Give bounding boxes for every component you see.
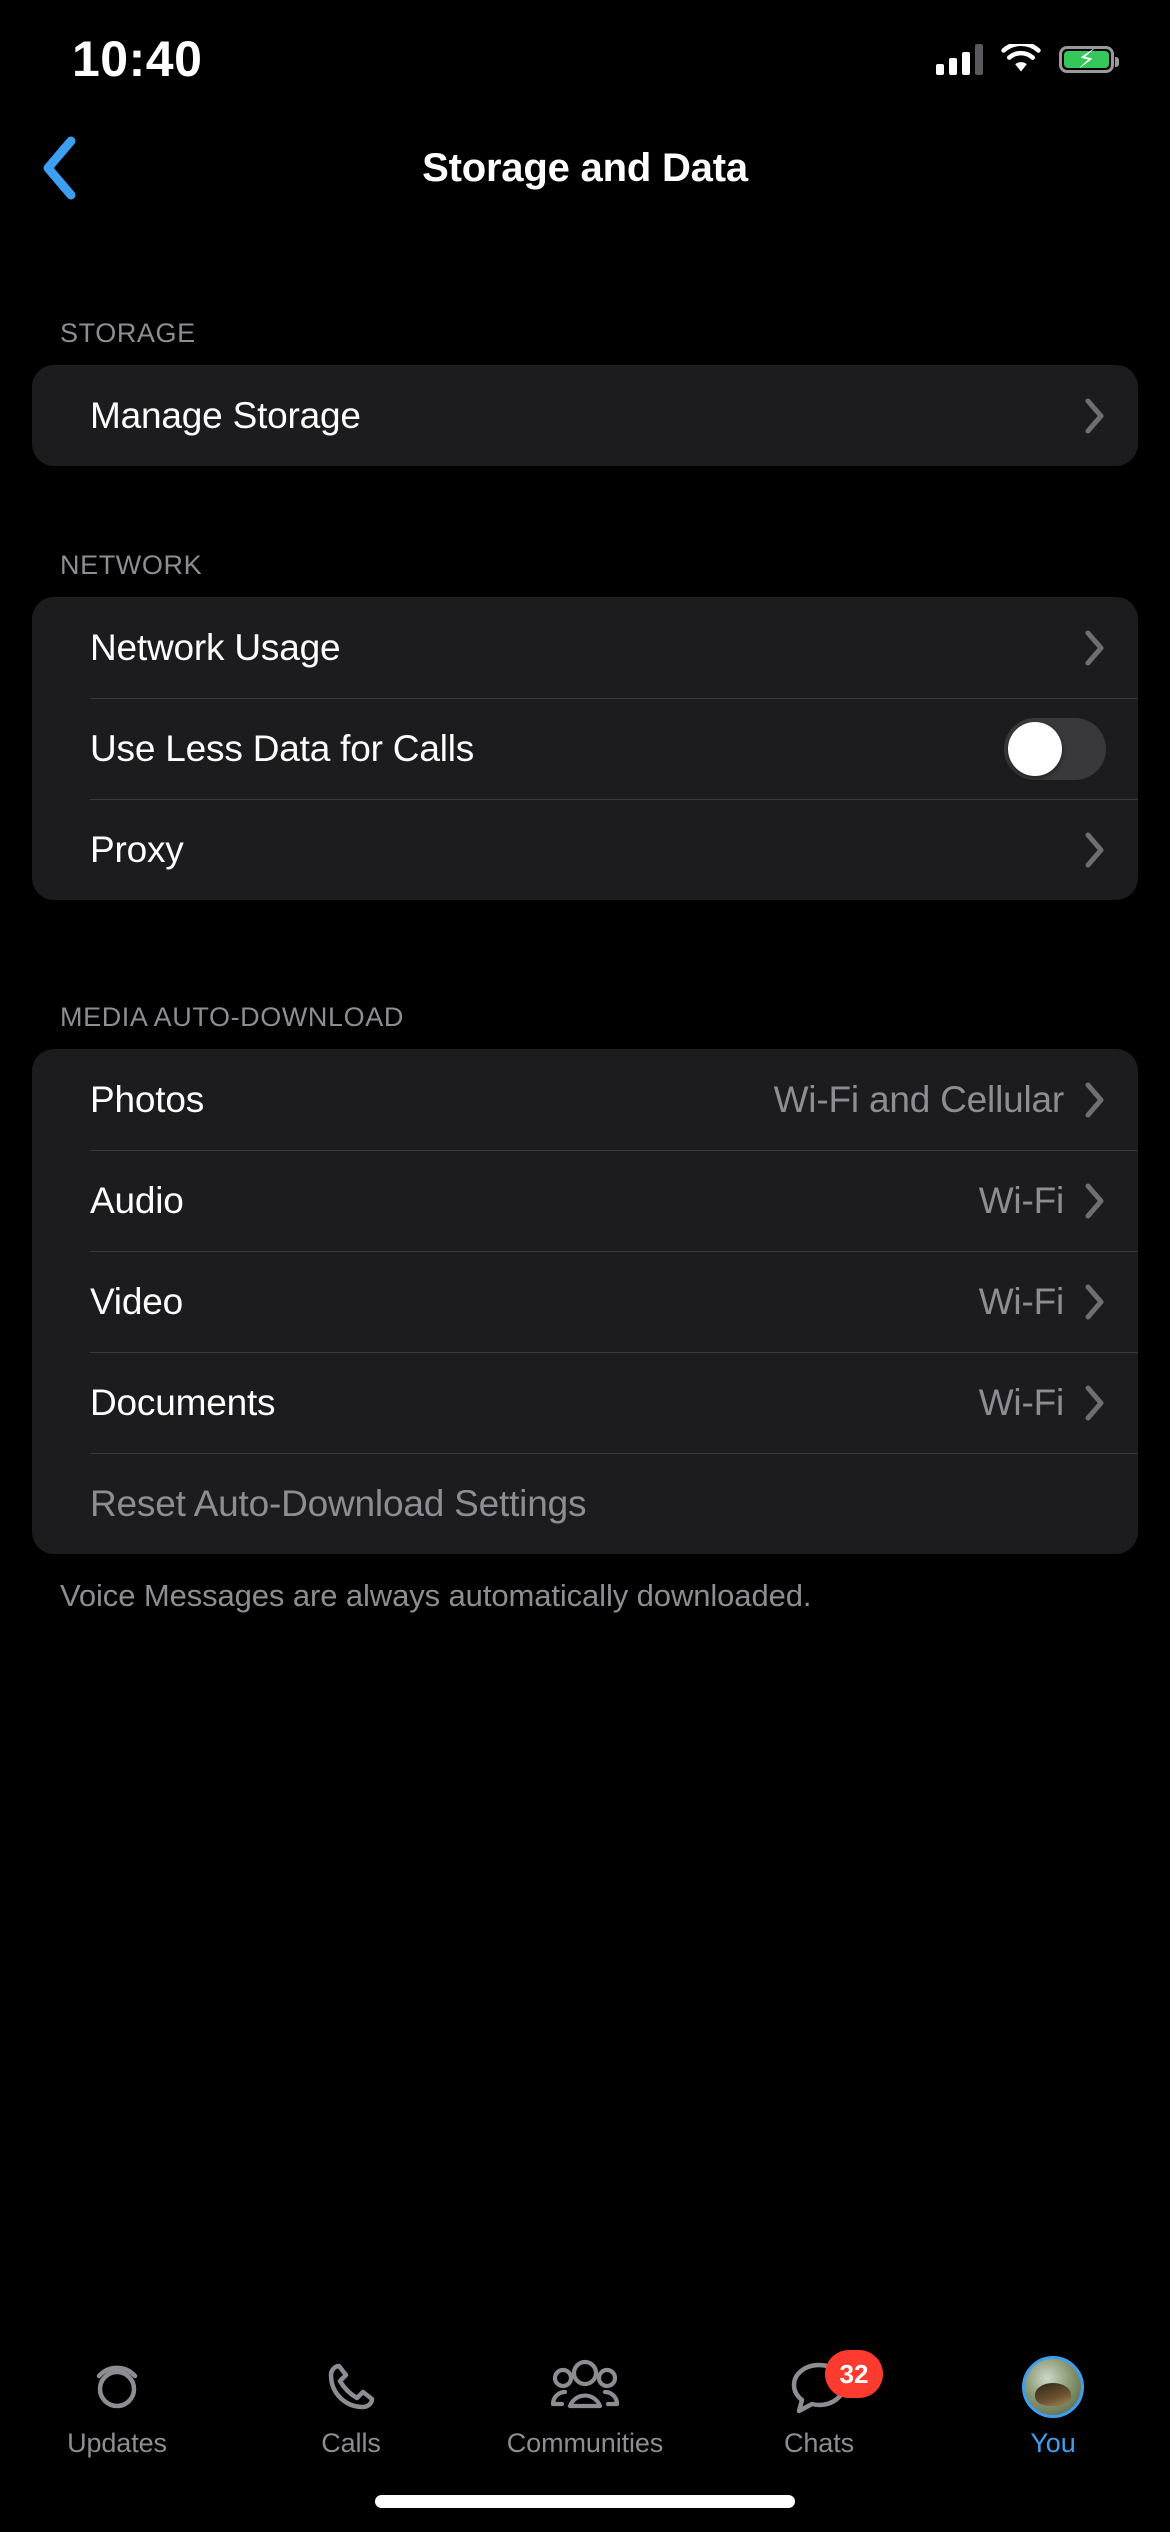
tab-bar: Updates Calls Communities 32 Chats You — [0, 2332, 1170, 2532]
chevron-right-icon — [1084, 831, 1106, 869]
back-button[interactable] — [20, 128, 100, 208]
row-video[interactable]: Video Wi-Fi — [32, 1251, 1138, 1352]
status-bar-time: 10:40 — [72, 31, 203, 87]
chevron-right-icon — [1084, 1081, 1106, 1119]
tab-calls[interactable]: Calls — [234, 2354, 468, 2459]
storage-card: Manage Storage — [32, 365, 1138, 466]
chevron-right-icon — [1084, 1283, 1106, 1321]
media-auto-download-card: Photos Wi-Fi and Cellular Audio Wi-Fi Vi… — [32, 1049, 1138, 1554]
nav-bar: Storage and Data — [0, 118, 1170, 218]
row-label: Video — [90, 1280, 183, 1322]
status-bar: 10:40 ⚡ — [0, 0, 1170, 118]
row-label: Reset Auto-Download Settings — [90, 1482, 587, 1524]
tab-label: You — [1030, 2428, 1076, 2458]
chat-bubble-icon: 32 — [788, 2350, 883, 2420]
row-label: Audio — [90, 1179, 184, 1221]
row-label: Manage Storage — [90, 394, 361, 436]
tab-label: Updates — [67, 2428, 167, 2458]
chevron-right-icon — [1084, 397, 1106, 435]
row-network-usage[interactable]: Network Usage — [32, 597, 1138, 698]
row-use-less-data-for-calls[interactable]: Use Less Data for Calls — [32, 698, 1138, 799]
cellular-signal-icon — [936, 43, 983, 75]
row-proxy[interactable]: Proxy — [32, 799, 1138, 900]
row-label: Proxy — [90, 828, 184, 870]
section-media-auto-download: MEDIA AUTO-DOWNLOAD Photos Wi-Fi and Cel… — [0, 1002, 1170, 1617]
use-less-data-toggle[interactable] — [1004, 717, 1106, 780]
row-value: Wi-Fi and Cellular — [773, 1078, 1065, 1120]
network-card: Network Usage Use Less Data for Calls Pr… — [32, 597, 1138, 900]
row-reset-auto-download-settings[interactable]: Reset Auto-Download Settings — [32, 1453, 1138, 1554]
wifi-icon — [1001, 41, 1041, 74]
row-audio[interactable]: Audio Wi-Fi — [32, 1150, 1138, 1251]
section-header-storage: STORAGE — [60, 318, 196, 348]
home-indicator[interactable] — [375, 2495, 795, 2508]
communities-people-icon — [549, 2354, 621, 2420]
row-label: Use Less Data for Calls — [90, 727, 475, 769]
chevron-left-icon — [43, 136, 76, 200]
chats-unread-badge: 32 — [825, 2350, 883, 2398]
row-label: Documents — [90, 1381, 276, 1423]
avatar — [1022, 2356, 1084, 2418]
row-label: Network Usage — [90, 626, 341, 668]
media-auto-download-footnote: Voice Messages are always automatically … — [60, 1578, 812, 1613]
tab-chats[interactable]: 32 Chats — [702, 2350, 936, 2459]
chevron-right-icon — [1084, 1384, 1106, 1422]
page-title: Storage and Data — [422, 145, 748, 190]
tab-label: Chats — [783, 2428, 855, 2458]
row-value: Wi-Fi — [978, 1280, 1064, 1322]
tab-label: Communities — [506, 2428, 664, 2458]
phone-icon — [322, 2354, 380, 2420]
tab-communities[interactable]: Communities — [468, 2354, 702, 2459]
row-documents[interactable]: Documents Wi-Fi — [32, 1352, 1138, 1453]
row-manage-storage[interactable]: Manage Storage — [32, 365, 1138, 466]
section-network: NETWORK Network Usage Use Less Data for … — [0, 550, 1170, 900]
section-header-network: NETWORK — [60, 550, 203, 580]
chevron-right-icon — [1084, 1182, 1106, 1220]
battery-charging-icon: ⚡ — [1059, 45, 1119, 73]
row-value: Wi-Fi — [978, 1381, 1064, 1423]
section-header-media-auto-download: MEDIA AUTO-DOWNLOAD — [60, 1002, 404, 1032]
tab-you[interactable]: You — [936, 2354, 1170, 2459]
updates-status-icon — [86, 2354, 148, 2420]
chevron-right-icon — [1084, 629, 1106, 667]
settings-content: STORAGE Manage Storage NETWORK Network U… — [0, 218, 1170, 1617]
section-storage: STORAGE Manage Storage — [0, 318, 1170, 466]
row-label: Photos — [90, 1078, 204, 1120]
tab-label: Calls — [321, 2428, 381, 2458]
profile-avatar-icon — [1022, 2354, 1084, 2420]
status-bar-indicators: ⚡ — [936, 41, 1119, 75]
row-value: Wi-Fi — [978, 1179, 1064, 1221]
row-photos[interactable]: Photos Wi-Fi and Cellular — [32, 1049, 1138, 1150]
tab-updates[interactable]: Updates — [0, 2354, 234, 2459]
